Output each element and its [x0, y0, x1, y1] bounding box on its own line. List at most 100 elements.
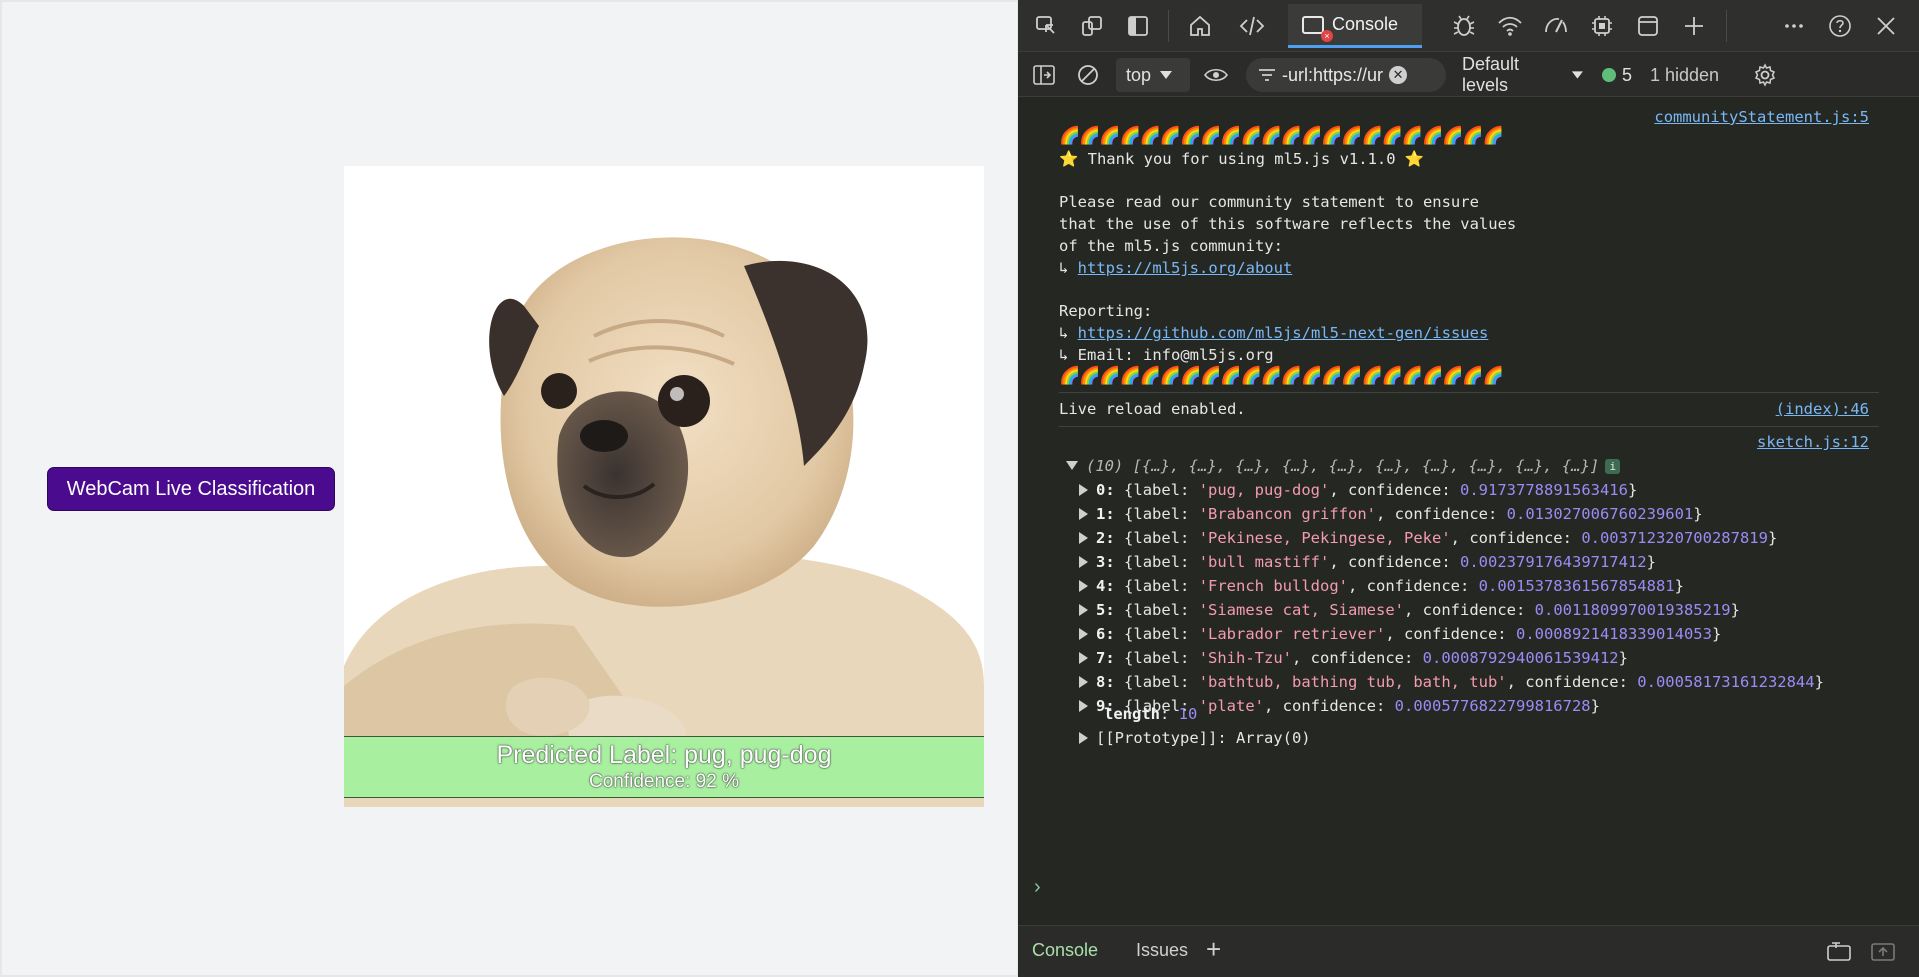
expand-triangle-icon[interactable]	[1079, 532, 1088, 544]
result-row[interactable]: 7: {label: 'Shih-Tzu', confidence: 0.000…	[1079, 649, 1628, 667]
brace: {label:	[1124, 577, 1199, 595]
elements-code-icon[interactable]	[1236, 10, 1268, 42]
application-window-icon[interactable]	[1632, 10, 1664, 42]
performance-icon[interactable]	[1540, 10, 1572, 42]
result-confidence: 0.0008792940061539412	[1422, 649, 1619, 667]
length-key: length	[1104, 705, 1160, 723]
console-settings-gear-icon[interactable]	[1753, 58, 1783, 92]
console-icon: ×	[1302, 15, 1333, 42]
result-confidence: 0.0005776822799816728	[1394, 697, 1591, 715]
close-icon[interactable]	[1870, 10, 1902, 42]
colon: :	[1105, 625, 1115, 643]
result-index: 1	[1096, 505, 1106, 523]
show-sidebar-icon[interactable]	[1032, 58, 1062, 92]
brace: {label:	[1124, 625, 1199, 643]
filter-input[interactable]: -url:https://ur ✕	[1246, 58, 1446, 92]
drawer-tab-issues[interactable]: Issues	[1136, 940, 1188, 961]
memory-chip-icon[interactable]	[1586, 10, 1618, 42]
result-row[interactable]: 3: {label: 'bull mastiff', confidence: 0…	[1079, 553, 1656, 571]
result-confidence: 0.003712320700287819	[1581, 529, 1768, 547]
colon: :	[1105, 649, 1115, 667]
colon: :	[1105, 481, 1115, 499]
brace: {label:	[1124, 673, 1199, 691]
bug-icon[interactable]	[1448, 10, 1480, 42]
add-tool-plus-icon[interactable]	[1678, 10, 1710, 42]
about-link[interactable]: https://ml5js.org/about	[1078, 259, 1293, 277]
issues-link-line: ↳ https://github.com/ml5js/ml5-next-gen/…	[1059, 324, 1488, 342]
result-label: 'Pekinese, Pekingese, Peke'	[1198, 529, 1451, 547]
divider	[1726, 10, 1727, 42]
expand-triangle-icon[interactable]	[1079, 700, 1088, 712]
console-prompt[interactable]: ›	[1034, 876, 1041, 899]
log-levels-dropdown[interactable]: Default levels	[1446, 54, 1584, 95]
brace: }	[1730, 601, 1740, 619]
prototype-row[interactable]: [[Prototype]]: Array(0)	[1079, 729, 1311, 747]
separator: , confidence:	[1404, 601, 1535, 619]
expand-triangle-icon[interactable]	[1079, 628, 1088, 640]
device-emulation-icon[interactable]	[1076, 10, 1108, 42]
separator: , confidence:	[1450, 529, 1582, 547]
separator: , confidence:	[1329, 553, 1460, 571]
result-index: 5	[1096, 601, 1106, 619]
message-separator	[1059, 426, 1879, 427]
result-index: 8	[1096, 673, 1106, 691]
result-row[interactable]: 1: {label: 'Brabancon griffon', confiden…	[1079, 505, 1703, 523]
result-row[interactable]: 0: {label: 'pug, pug-dog', confidence: 0…	[1079, 481, 1637, 499]
prototype-text: [[Prototype]]: Array(0)	[1096, 729, 1311, 747]
dock-drawer-icon[interactable]	[1826, 940, 1852, 967]
live-expression-eye-icon[interactable]	[1204, 58, 1234, 92]
colon: :	[1105, 577, 1115, 595]
result-label: 'bathtub, bathing tub, bath, tub'	[1198, 673, 1507, 691]
inspect-element-icon[interactable]	[1030, 10, 1062, 42]
expand-triangle-icon[interactable]	[1079, 556, 1088, 568]
drawer-tab-console[interactable]: Console	[1032, 940, 1098, 961]
more-options-icon[interactable]	[1778, 10, 1810, 42]
undock-drawer-icon[interactable]	[1870, 940, 1896, 967]
array-summary-row[interactable]: (10) [{…}, {…}, {…}, {…}, {…}, {…}, {…},…	[1066, 457, 1621, 475]
issues-link[interactable]: https://github.com/ml5js/ml5-next-gen/is…	[1078, 324, 1489, 342]
brace: }	[1711, 625, 1722, 643]
source-link-index[interactable]: (index):46	[1776, 400, 1869, 418]
separator: , confidence:	[1264, 697, 1395, 715]
source-link-community-statement[interactable]: communityStatement.js:5	[1654, 108, 1869, 126]
expand-triangle-icon[interactable]	[1079, 484, 1088, 496]
network-wifi-icon[interactable]	[1494, 10, 1526, 42]
expand-triangle-icon[interactable]	[1079, 676, 1088, 688]
colon: :	[1105, 529, 1115, 547]
message-count[interactable]: 5	[1602, 58, 1632, 92]
devtools-drawer: Console Issues +	[1018, 925, 1919, 977]
result-row[interactable]: 6: {label: 'Labrador retriever', confide…	[1079, 625, 1721, 643]
tab-console[interactable]: × Console	[1288, 4, 1422, 48]
result-index: 4	[1096, 577, 1106, 595]
dock-sidebar-icon[interactable]	[1122, 10, 1154, 42]
context-select[interactable]: top	[1116, 58, 1190, 92]
result-confidence: 0.002379176439717412	[1460, 553, 1647, 571]
source-link-sketch[interactable]: sketch.js:12	[1757, 433, 1869, 451]
result-index: 6	[1096, 625, 1106, 643]
chevron-down-icon	[1572, 71, 1584, 79]
help-icon[interactable]	[1824, 10, 1856, 42]
divider	[1168, 10, 1169, 42]
expand-triangle-icon[interactable]	[1079, 508, 1088, 520]
expand-triangle-icon[interactable]	[1079, 732, 1088, 744]
result-confidence: 0.0011809970019385219	[1534, 601, 1731, 619]
collapse-triangle-icon[interactable]	[1066, 461, 1078, 470]
brace: {label:	[1124, 649, 1199, 667]
brace: }	[1646, 553, 1656, 571]
webcam-live-classification-button[interactable]: WebCam Live Classification	[47, 467, 335, 511]
expand-triangle-icon[interactable]	[1079, 580, 1088, 592]
rainbow-divider: 🌈🌈🌈🌈🌈🌈🌈🌈🌈🌈🌈🌈🌈🌈🌈🌈🌈🌈🌈🌈🌈🌈	[1059, 126, 1504, 146]
clear-filter-icon[interactable]: ✕	[1389, 66, 1408, 84]
result-row[interactable]: 5: {label: 'Siamese cat, Siamese', confi…	[1079, 601, 1740, 619]
result-row[interactable]: 4: {label: 'French bulldog', confidence:…	[1079, 577, 1684, 595]
brace: {label:	[1124, 601, 1199, 619]
result-row[interactable]: 8: {label: 'bathtub, bathing tub, bath, …	[1079, 673, 1824, 691]
home-icon[interactable]	[1184, 10, 1216, 42]
expand-triangle-icon[interactable]	[1079, 604, 1088, 616]
result-confidence: 0.0008921418339014053	[1515, 625, 1712, 643]
length-value: 10	[1178, 705, 1198, 723]
clear-console-icon[interactable]	[1076, 58, 1106, 92]
result-row[interactable]: 2: {label: 'Pekinese, Pekingese, Peke', …	[1079, 529, 1777, 547]
drawer-add-tab-icon[interactable]: +	[1206, 934, 1221, 965]
expand-triangle-icon[interactable]	[1079, 652, 1088, 664]
